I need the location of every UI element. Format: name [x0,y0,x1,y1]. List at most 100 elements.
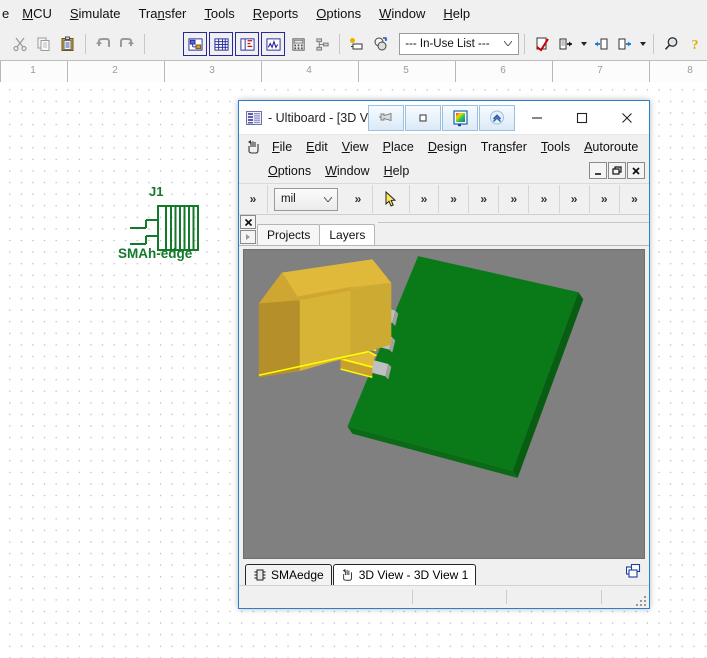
ub-menu-edit[interactable]: Edit [299,137,335,157]
hand-3d-icon [248,140,259,154]
menu-item-clipped[interactable]: e [0,2,13,26]
ruler-label: 1 [30,65,36,76]
resize-grip[interactable] [634,594,646,606]
color-palette-icon[interactable] [442,105,478,131]
menu-label: e [2,6,10,21]
ultiboard-title-text: - Ultiboard - [3D V [268,110,369,125]
erc-check-icon[interactable] [531,33,553,55]
status-pane-2 [413,590,507,604]
tab-layers[interactable]: Layers [319,224,376,245]
panel-tabstrip: Projects Layers [239,215,649,246]
simulation-switch-icon[interactable] [370,33,392,55]
ultiboard-statusbar [239,585,649,608]
ultiboard-window[interactable]: - Ultiboard - [3D V File Edit View Place… [238,100,650,609]
menu-item-help[interactable]: Help [434,2,479,26]
undo-icon[interactable] [92,33,114,55]
forward-annotate-icon[interactable] [614,33,636,55]
close-button[interactable] [604,101,649,134]
toolbar-divider-3 [339,34,341,54]
ultiboard-menubar-row1: File Edit View Place Design Transfer Too… [239,135,649,159]
mdi-close-button[interactable] [627,162,645,179]
grapher-icon[interactable] [261,32,286,56]
menu-item-reports[interactable]: Reports [244,2,308,26]
toolbar-overflow-1[interactable]: » [239,185,268,213]
component-symbol-j1[interactable]: J1 SMAh-edge [118,184,228,264]
ultiboard-app-icon [246,110,262,125]
hierarchy-icon[interactable] [311,33,333,55]
toolbar-overflow-9[interactable]: » [590,185,620,213]
panel-close-button[interactable] [240,215,256,229]
mdi-window-controls [588,162,645,179]
minimize-button[interactable] [514,101,559,134]
back-annotate-icon[interactable] [590,33,612,55]
transfer-to-ultiboard-icon[interactable] [555,33,577,55]
help-icon[interactable]: ? [684,33,706,55]
pin-icon[interactable] [368,105,404,131]
copy-icon[interactable] [33,33,55,55]
ultiboard-titlebar[interactable]: - Ultiboard - [3D V [239,101,649,135]
ub-menu-window[interactable]: Window [318,161,376,181]
toolbar-overflow-6[interactable]: » [499,185,530,213]
ub-menu-help[interactable]: Help [377,161,417,181]
component-name: SMAh-edge [118,246,193,261]
cut-icon[interactable] [9,33,31,55]
redo-icon[interactable] [116,33,138,55]
toolbar-overflow-4[interactable]: » [439,185,470,213]
menu-item-options[interactable]: Options [307,2,370,26]
ub-menu-options[interactable]: Options [261,161,318,181]
chevron-up-circle-icon[interactable] [479,105,515,131]
menu-item-tools[interactable]: Tools [195,2,243,26]
ruler-label: 2 [112,65,118,76]
toolbar-overflow-8[interactable]: » [560,185,590,213]
in-use-list-value: --- In-Use List --- [405,38,490,50]
menu-item-simulate[interactable]: Simulate [61,2,130,26]
doc-tab-smaedge[interactable]: SMAedge [245,564,332,585]
transfer-caret-icon[interactable] [578,33,589,55]
new-component-icon[interactable] [346,33,368,55]
toolbar-divider [84,34,86,54]
unit-dropdown[interactable]: mil [274,187,338,211]
ub-menu-file[interactable]: File [265,137,299,157]
ub-menu-transfer[interactable]: Transfer [474,137,534,157]
3d-view-canvas[interactable] [243,249,645,559]
panel-tabstrip-controls [239,214,257,245]
small-square-icon[interactable] [405,105,441,131]
paste-icon[interactable] [57,33,79,55]
menu-item-window[interactable]: Window [370,2,434,26]
hand-3d-icon [342,568,352,581]
floating-toolbar[interactable] [368,105,516,131]
sp-database-icon[interactable] [235,32,260,56]
postprocessor-icon[interactable] [287,33,309,55]
ub-menu-place[interactable]: Place [376,137,421,157]
toolbar-overflow-7[interactable]: » [529,185,560,213]
zoom-icon[interactable] [660,33,682,55]
toolbar-overflow-2[interactable]: » [344,185,373,213]
design-toolbox-icon[interactable] [183,32,208,56]
ub-menu-autoroute[interactable]: Autoroute [577,137,645,157]
panel-expand-button[interactable] [240,230,256,244]
menu-item-transfer[interactable]: Transfer [129,2,195,26]
select-arrow-icon[interactable] [373,185,410,213]
tile-windows-icon[interactable] [625,563,641,581]
ub-menu-view[interactable]: View [335,137,376,157]
ultiboard-menubar-row2: Options Window Help [239,159,649,183]
toolbar-overflow-5[interactable]: » [469,185,500,213]
toolbar-divider-4 [524,34,526,54]
toolbar-overflow-10[interactable]: » [620,185,649,213]
mdi-minimize-button[interactable] [589,162,607,179]
toolbar-divider-2 [143,34,145,54]
toolbar-divider-5 [653,34,655,54]
maximize-button[interactable] [559,101,604,134]
multisim-toolbar: --- In-Use List --- ? [0,28,707,61]
mdi-restore-button[interactable] [608,162,626,179]
ub-menu-tools[interactable]: Tools [534,137,577,157]
tab-projects[interactable]: Projects [257,224,321,245]
forward-caret-icon[interactable] [637,33,648,55]
menu-item-mcu[interactable]: MCU [13,2,61,26]
window-controls [514,101,649,134]
in-use-list-dropdown[interactable]: --- In-Use List --- [399,33,520,55]
toolbar-overflow-3[interactable]: » [410,185,439,213]
ub-menu-design[interactable]: Design [421,137,474,157]
spreadsheet-view-icon[interactable] [209,32,234,56]
doc-tab-3d-view[interactable]: 3D View - 3D View 1 [332,564,477,585]
